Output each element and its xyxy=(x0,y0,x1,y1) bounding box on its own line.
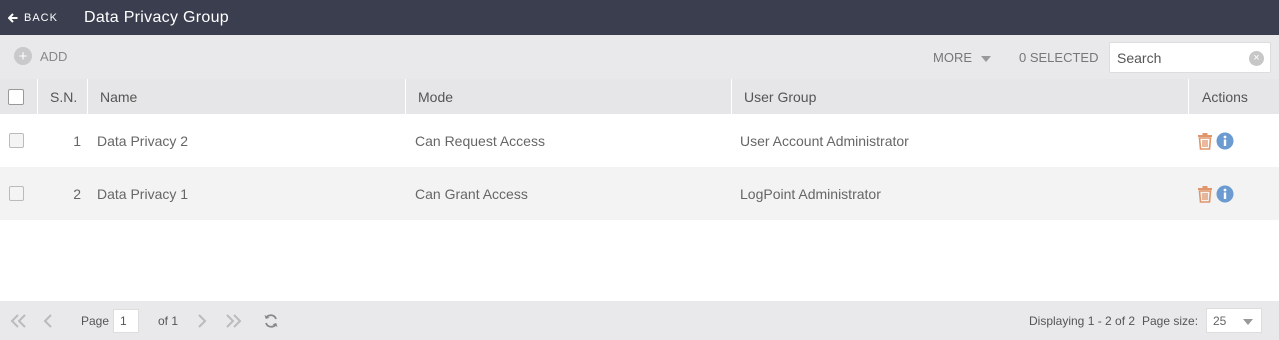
select-all-checkbox[interactable] xyxy=(8,88,24,105)
next-page-icon[interactable] xyxy=(196,313,208,328)
column-divider xyxy=(37,79,38,114)
column-header-name[interactable]: Name xyxy=(100,79,137,114)
refresh-icon[interactable] xyxy=(263,313,279,329)
page-count-label: of 1 xyxy=(158,313,179,328)
page-size-value: 25 xyxy=(1213,313,1227,328)
title-bar: BACK Data Privacy Group xyxy=(0,0,1279,35)
search-box: × xyxy=(1109,42,1271,73)
page-label: Page xyxy=(81,313,110,328)
arrow-left-icon xyxy=(8,12,18,23)
last-page-icon[interactable] xyxy=(224,313,242,328)
search-input[interactable] xyxy=(1110,43,1240,72)
column-divider xyxy=(1188,79,1189,114)
table-header: S.N. Name Mode User Group Actions xyxy=(0,79,1279,114)
row-user-group: User Account Administrator xyxy=(740,132,909,149)
column-header-sn[interactable]: S.N. xyxy=(50,79,77,114)
more-dropdown[interactable]: MORE xyxy=(933,50,991,65)
first-page-icon[interactable] xyxy=(10,313,28,328)
row-mode: Can Grant Access xyxy=(415,185,528,202)
trash-icon[interactable] xyxy=(1197,185,1213,203)
column-header-actions: Actions xyxy=(1202,88,1248,105)
table-row[interactable]: 2 Data Privacy 1 Can Grant Access LogPoi… xyxy=(0,167,1279,220)
back-button[interactable]: BACK xyxy=(8,12,58,24)
trash-icon[interactable] xyxy=(1197,132,1213,150)
more-label: MORE xyxy=(933,50,972,65)
plus-circle-icon: + xyxy=(14,47,32,65)
row-name: Data Privacy 1 xyxy=(97,185,189,202)
row-sn: 1 xyxy=(73,132,81,149)
selected-count: 0 SELECTED xyxy=(1019,50,1099,65)
row-checkbox[interactable] xyxy=(9,133,24,148)
back-label: BACK xyxy=(24,11,58,24)
column-divider xyxy=(87,79,88,114)
caret-down-icon xyxy=(1243,319,1253,325)
page-size-label: Page size: xyxy=(1142,313,1199,328)
info-icon[interactable] xyxy=(1216,132,1234,150)
row-mode: Can Request Access xyxy=(415,132,545,149)
row-user-group: LogPoint Administrator xyxy=(740,185,881,202)
page-size-select[interactable]: 25 xyxy=(1206,308,1262,333)
info-icon[interactable] xyxy=(1216,185,1234,203)
page-number-input[interactable]: 1 xyxy=(113,308,139,333)
add-button[interactable]: + ADD xyxy=(14,47,67,65)
add-label: ADD xyxy=(40,48,68,64)
pagination-bar: Page 1 of 1 Displaying 1 - 2 of 2 Page s… xyxy=(0,301,1279,340)
caret-down-icon xyxy=(981,55,991,62)
column-divider xyxy=(731,79,732,114)
select-all-cell xyxy=(8,79,24,114)
page-title: Data Privacy Group xyxy=(83,8,229,26)
table-row[interactable]: 1 Data Privacy 2 Can Request Access User… xyxy=(0,114,1279,167)
displaying-summary: Displaying 1 - 2 of 2 xyxy=(1029,313,1136,328)
toolbar: + ADD MORE 0 SELECTED × xyxy=(0,35,1279,79)
row-name: Data Privacy 2 xyxy=(97,132,189,149)
column-header-mode[interactable]: Mode xyxy=(418,79,453,114)
clear-search-icon[interactable]: × xyxy=(1249,51,1264,66)
column-header-user-group[interactable]: User Group xyxy=(744,79,816,114)
previous-page-icon[interactable] xyxy=(42,313,54,328)
row-sn: 2 xyxy=(73,185,81,202)
row-checkbox[interactable] xyxy=(9,186,24,201)
column-divider xyxy=(405,79,406,114)
